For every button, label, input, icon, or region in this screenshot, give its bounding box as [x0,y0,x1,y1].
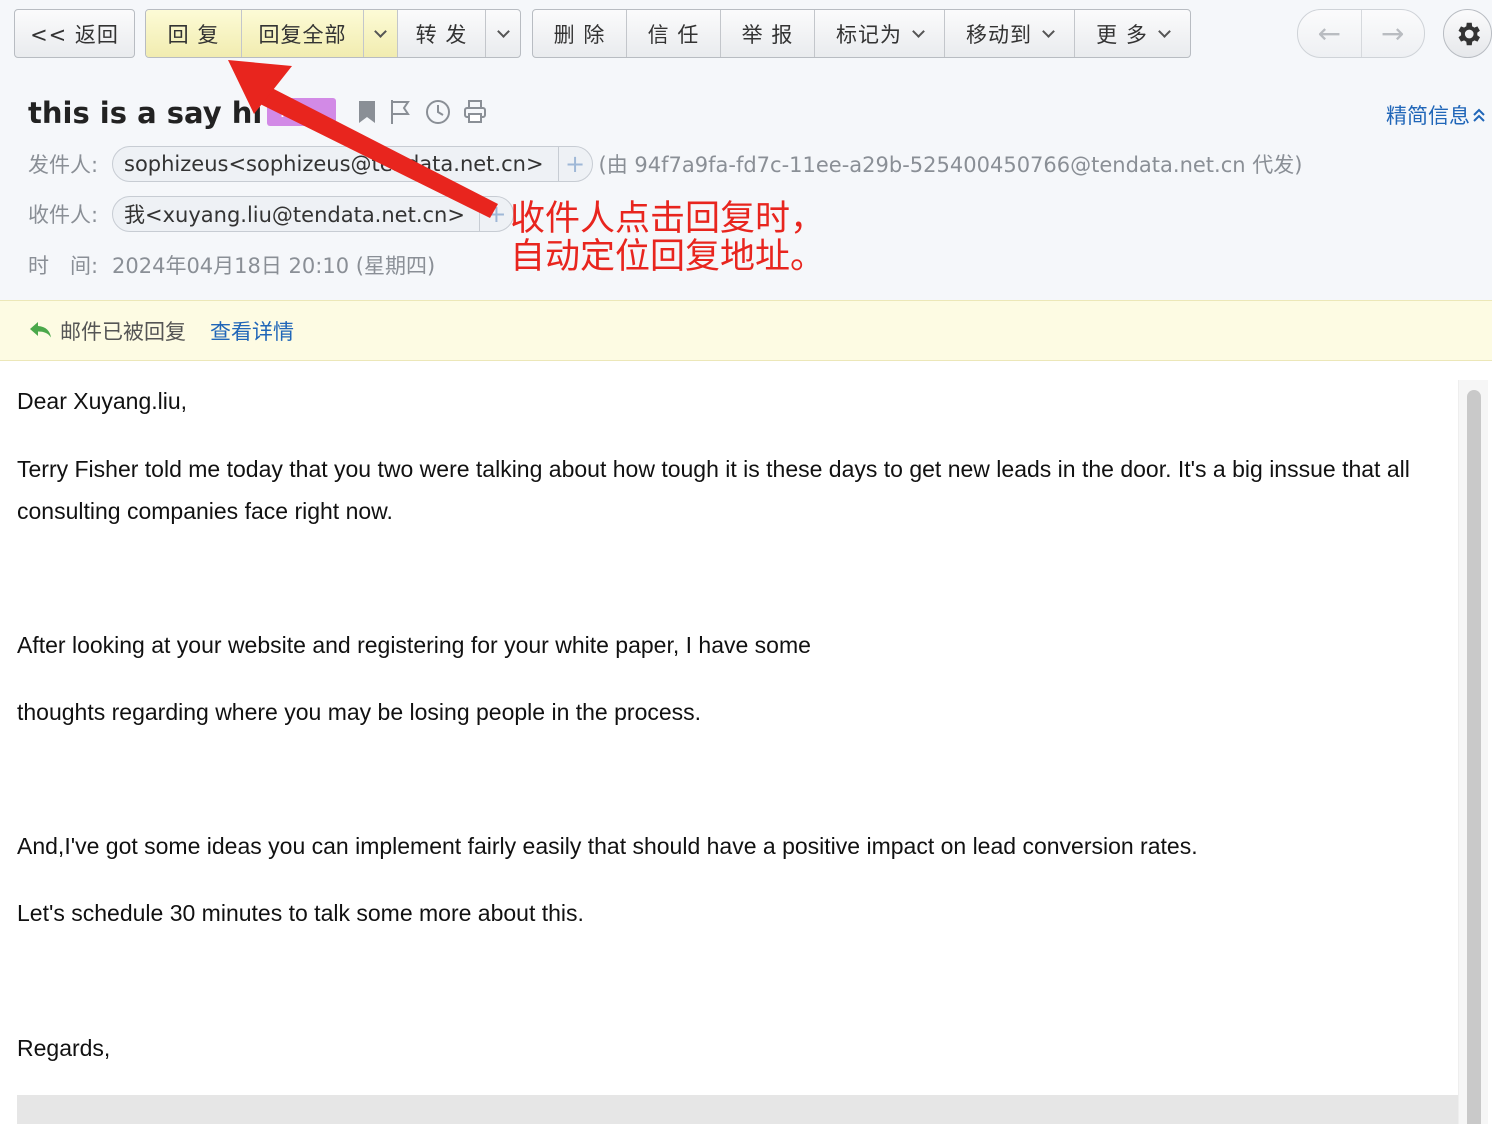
greeting: Dear Xuyang.liu, [17,388,188,414]
annotation-line-2: 自动定位回复地址。 [510,237,826,277]
paragraph-4: And,I've got some ideas you can implemen… [17,833,1198,859]
paragraph-1: Terry Fisher told me today that you two … [17,456,1410,524]
quoted-divider [17,1095,1458,1124]
replied-notice: 邮件已被回复 查看详情 [0,300,1492,361]
view-details-link[interactable]: 查看详情 [210,316,294,346]
body-scrollbar[interactable] [1458,380,1488,1124]
paragraph-2: After looking at your website and regist… [17,632,811,658]
replied-text: 邮件已被回复 [60,319,186,344]
reply-arrow-icon [30,321,51,337]
paragraph-5: Let's schedule 30 minutes to talk some m… [17,900,584,926]
annotation-text: 收件人点击回复时， 自动定位回复地址。 [510,200,825,276]
scrollbar-thumb[interactable] [1467,390,1481,1124]
paragraph-3: thoughts regarding where you may be losi… [17,699,702,725]
annotation-line-1: 收件人点击回复时， [510,199,826,239]
closing: Regards, [17,1035,111,1061]
